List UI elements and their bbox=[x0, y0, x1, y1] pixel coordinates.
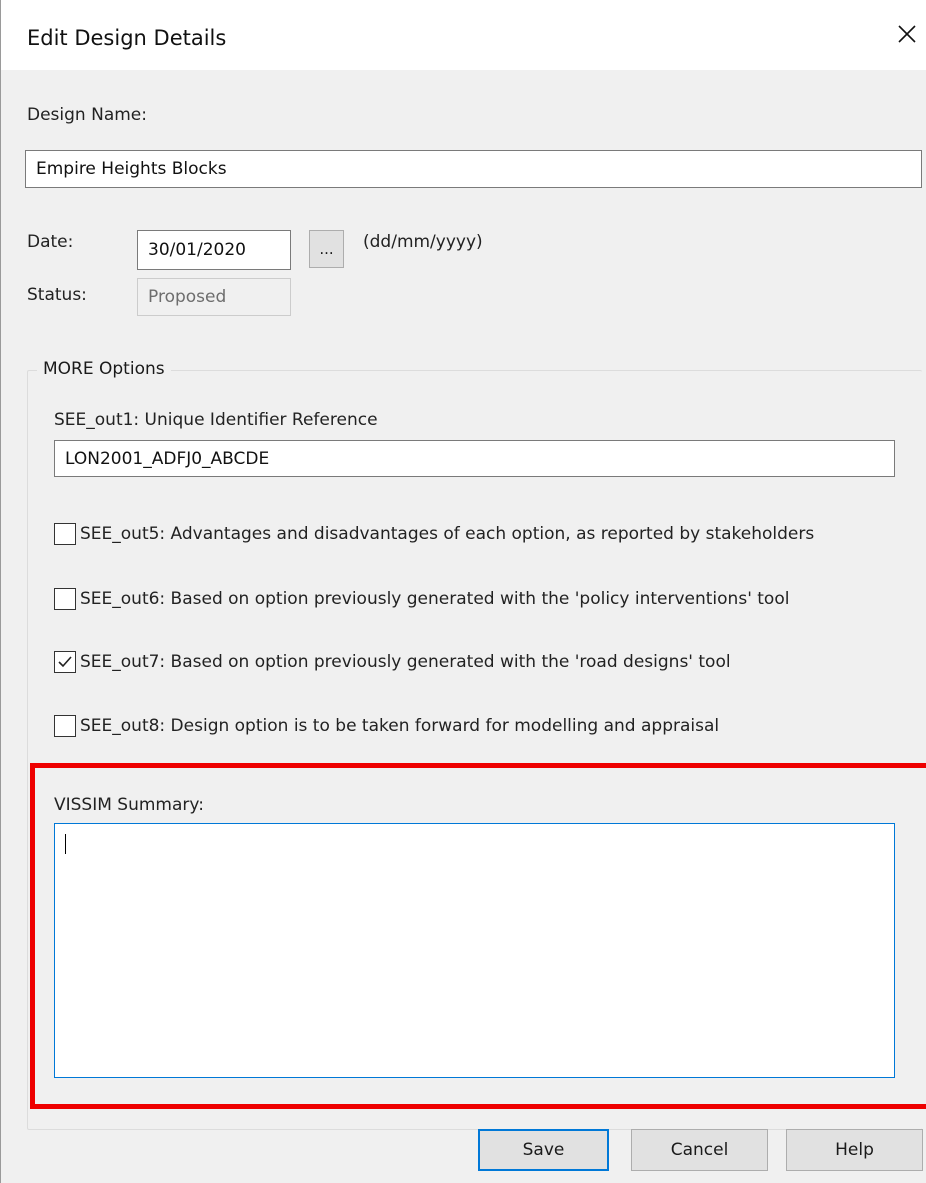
date-label: Date: bbox=[27, 232, 74, 252]
design-name-label: Design Name: bbox=[27, 105, 147, 125]
checkbox-row-out5[interactable]: SEE_out5: Advantages and disadvantages o… bbox=[54, 520, 814, 548]
edit-design-dialog: Edit Design Details Design Name: Empire … bbox=[0, 0, 926, 1183]
status-field: Proposed bbox=[137, 278, 291, 316]
identifier-value: LON2001_ADFJ0_ABCDE bbox=[65, 448, 270, 469]
text-caret bbox=[65, 834, 66, 854]
close-icon bbox=[898, 25, 916, 43]
identifier-input[interactable]: LON2001_ADFJ0_ABCDE bbox=[54, 440, 895, 477]
checkbox-out6[interactable] bbox=[54, 588, 76, 610]
checkbox-label-out5: SEE_out5: Advantages and disadvantages o… bbox=[80, 524, 815, 544]
dialog-title: Edit Design Details bbox=[27, 26, 227, 50]
identifier-label: SEE_out1: Unique Identifier Reference bbox=[54, 410, 378, 430]
save-button[interactable]: Save bbox=[478, 1129, 609, 1171]
status-label: Status: bbox=[27, 285, 87, 305]
checkbox-out5[interactable] bbox=[54, 523, 76, 545]
design-name-input[interactable]: Empire Heights Blocks bbox=[25, 150, 922, 188]
more-options-title: MORE Options bbox=[37, 359, 171, 379]
design-name-value: Empire Heights Blocks bbox=[36, 159, 227, 179]
checkbox-out8[interactable] bbox=[54, 715, 76, 737]
status-value: Proposed bbox=[148, 287, 227, 307]
checkbox-label-out7: SEE_out7: Based on option previously gen… bbox=[80, 652, 731, 672]
summary-textarea[interactable] bbox=[54, 823, 895, 1078]
checkmark-icon bbox=[58, 656, 72, 668]
help-button-label: Help bbox=[835, 1140, 874, 1160]
help-button[interactable]: Help bbox=[786, 1129, 923, 1171]
cancel-button[interactable]: Cancel bbox=[631, 1129, 768, 1171]
checkbox-label-out6: SEE_out6: Based on option previously gen… bbox=[80, 589, 790, 609]
save-button-label: Save bbox=[522, 1140, 565, 1160]
checkbox-out7[interactable] bbox=[54, 651, 76, 673]
date-format-hint: (dd/mm/yyyy) bbox=[363, 232, 483, 252]
date-input[interactable]: 30/01/2020 bbox=[137, 230, 291, 270]
date-picker-button[interactable]: ... bbox=[309, 230, 344, 268]
checkbox-label-out8: SEE_out8: Design option is to be taken f… bbox=[80, 716, 720, 736]
summary-label: VISSIM Summary: bbox=[54, 795, 204, 815]
title-bar: Edit Design Details bbox=[1, 0, 926, 70]
checkbox-row-out8[interactable]: SEE_out8: Design option is to be taken f… bbox=[54, 712, 719, 740]
date-picker-label: ... bbox=[319, 240, 334, 258]
checkbox-row-out6[interactable]: SEE_out6: Based on option previously gen… bbox=[54, 585, 789, 613]
cancel-button-label: Cancel bbox=[670, 1140, 729, 1160]
checkbox-row-out7[interactable]: SEE_out7: Based on option previously gen… bbox=[54, 648, 731, 676]
close-button[interactable] bbox=[887, 14, 926, 54]
date-value: 30/01/2020 bbox=[148, 240, 246, 260]
